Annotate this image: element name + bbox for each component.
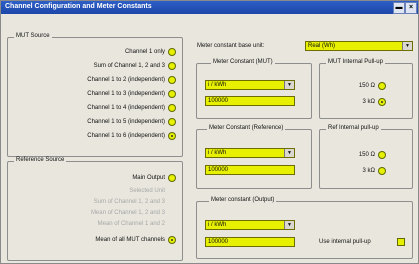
reference-source-option: Sum of Channel 1, 2 and 3 [94,197,176,207]
ref-pullup-group: Ref Internal pull-up 150 Ω 3 kΩ [319,125,413,189]
radio-button[interactable] [378,82,386,90]
mut-source-option[interactable]: Channel 1 only [125,47,176,57]
meter-constant-mut-group: Meter Constant (MUT) i / kWh ▼ 100000 [196,59,312,119]
reference-source-option-label: Mean of Channel 1, 2 and 3 [90,210,165,216]
reference-source-option-label: Sum of Channel 1, 2 and 3 [93,199,165,205]
reference-source-option-label: Main Output [132,175,165,181]
base-unit-select[interactable]: Real (Wh) ▼ [305,41,413,51]
radio-button[interactable] [378,98,386,106]
mut-source-option-label: Channel 1 only [124,49,165,55]
ref-pullup-option[interactable]: 3 kΩ [362,166,386,176]
output-unit-value: i / kWh [208,222,227,228]
reference-source-option-label: Mean of Channel 1 and 2 [97,221,165,227]
mut-source-option-label: Sum of Channel 1, 2 and 3 [93,63,165,69]
pullup-option-label: 3 kΩ [362,99,376,105]
pullup-option-label: 150 Ω [358,152,375,158]
reference-source-option[interactable]: Mean of all MUT channels [95,235,176,245]
radio-button[interactable] [168,118,176,126]
mut-source-option[interactable]: Channel 1 to 5 (independent) [87,117,176,127]
dropdown-arrow-icon[interactable]: ▼ [284,149,294,157]
reference-constant-input[interactable]: 100000 [205,165,295,175]
output-unit-select[interactable]: i / kWh ▼ [205,220,295,230]
base-unit-value: Real (Wh) [308,43,336,49]
dropdown-arrow-icon[interactable]: ▼ [284,81,294,89]
mut-pullup-option[interactable]: 150 Ω [359,81,386,91]
radio-button[interactable] [378,167,386,175]
radio-button[interactable] [168,132,176,140]
minimize-button[interactable]: ▬ [393,2,405,14]
radio-button[interactable] [168,104,176,112]
meter-constant-reference-group: Meter Constant (Reference) i / kWh ▼ 100… [196,125,312,189]
mut-source-title: MUT Source [14,33,52,39]
output-pullup-label: Use internal pull-up [319,239,371,245]
reference-source-option-label: Mean of all MUT channels [95,237,165,243]
dropdown-arrow-icon[interactable]: ▼ [284,221,294,229]
mut-source-option[interactable]: Channel 1 to 3 (independent) [87,89,176,99]
meter-constant-reference-title: Meter Constant (Reference) [207,125,286,131]
output-constant-input[interactable]: 100000 [205,237,295,247]
mut-source-option[interactable]: Channel 1 to 4 (independent) [87,103,176,113]
ref-pullup-option[interactable]: 150 Ω [359,150,386,160]
mut-source-option-label: Channel 1 to 5 (independent) [87,119,165,125]
reference-unit-select[interactable]: i / kWh ▼ [205,148,295,158]
mut-source-option[interactable]: Channel 1 to 2 (independent) [87,75,176,85]
radio-button[interactable] [168,48,176,56]
reference-source-option: Mean of Channel 1 and 2 [98,219,176,229]
reference-source-group: Reference Source Main Output Selected Un… [7,157,183,261]
mut-source-option-label: Channel 1 to 2 (independent) [87,77,165,83]
radio-button[interactable] [168,236,176,244]
mut-source-option-label: Channel 1 to 3 (independent) [87,91,165,97]
mut-source-group: MUT Source Channel 1 only Sum of Channel… [7,33,183,157]
mut-source-option[interactable]: Channel 1 to 6 (independent) [87,131,176,141]
pullup-option-label: 3 kΩ [362,168,376,174]
mut-pullup-option[interactable]: 3 kΩ [362,97,386,107]
dropdown-arrow-icon[interactable]: ▼ [402,42,412,50]
reference-source-option: Mean of Channel 1, 2 and 3 [91,208,176,218]
reference-source-option-label: Selected Unit [129,188,165,194]
ref-pullup-title: Ref Internal pull-up [326,125,381,131]
reference-unit-value: i / kWh [208,150,227,156]
meter-constant-output-title: Meter constant (Output) [209,197,277,203]
config-window: Channel Configuration and Meter Constant… [0,0,419,264]
mut-source-option-label: Channel 1 to 4 (independent) [87,105,165,111]
reference-source-title: Reference Source [14,157,67,163]
mut-pullup-group: MUT Internal Pull-up 150 Ω 3 kΩ [319,59,413,119]
mut-unit-value: i / kWh [208,82,227,88]
mut-unit-select[interactable]: i / kWh ▼ [205,80,295,90]
output-pullup-checkbox[interactable] [397,238,405,246]
radio-button[interactable] [168,90,176,98]
mut-source-option[interactable]: Sum of Channel 1, 2 and 3 [94,61,176,71]
close-button[interactable]: × [405,2,417,14]
meter-constant-mut-title: Meter Constant (MUT) [211,59,275,65]
radio-button[interactable] [168,62,176,70]
window-title: Channel Configuration and Meter Constant… [5,3,152,10]
meter-constant-output-group: Meter constant (Output) i / kWh ▼ 100000… [196,197,413,259]
reference-source-option: Selected Unit [129,186,176,196]
pullup-option-label: 150 Ω [358,83,375,89]
reference-source-option[interactable]: Main Output [132,173,176,183]
mut-constant-input[interactable]: 100000 [205,96,295,106]
radio-button[interactable] [168,174,176,182]
base-unit-label: Meter constant base unit: [197,43,265,49]
radio-button[interactable] [168,76,176,84]
radio-button[interactable] [378,151,386,159]
title-bar: Channel Configuration and Meter Constant… [1,1,418,14]
mut-pullup-title: MUT Internal Pull-up [326,59,385,65]
mut-source-option-label: Channel 1 to 6 (independent) [87,133,165,139]
